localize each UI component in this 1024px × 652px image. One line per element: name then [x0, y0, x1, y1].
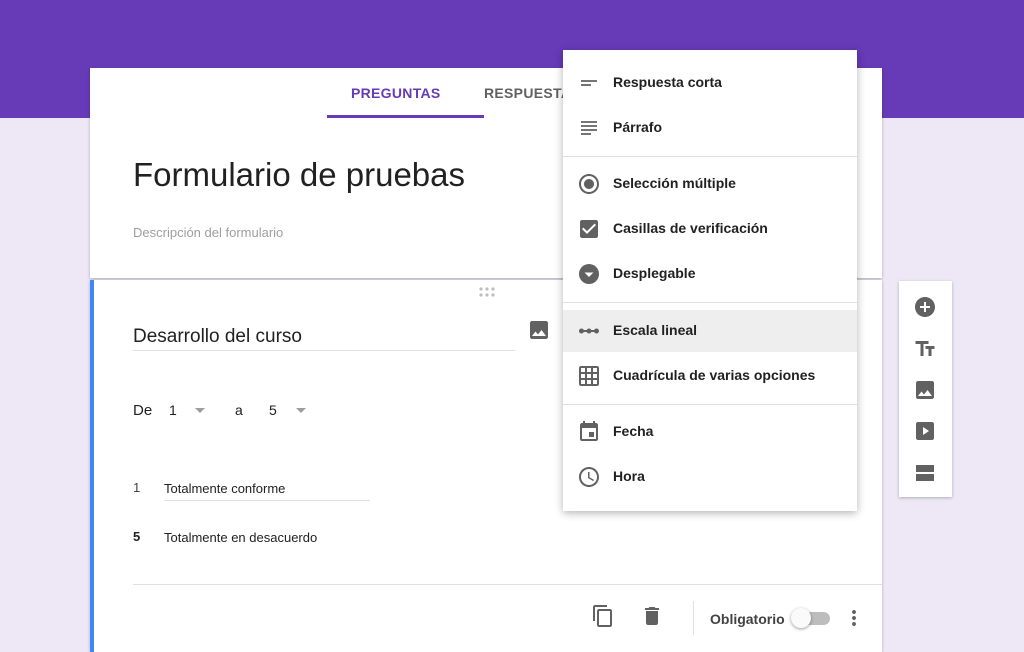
short-answer-icon [581, 80, 597, 86]
menu-item-label: Respuesta corta [613, 74, 722, 90]
title-text-icon[interactable] [913, 337, 937, 361]
menu-item-label: Escala lineal [613, 322, 698, 338]
range-from-select[interactable]: 1 [169, 402, 177, 418]
menu-item-date[interactable]: Fecha [563, 411, 857, 453]
add-question-icon[interactable] [913, 295, 937, 319]
menu-item-label: Desplegable [613, 265, 696, 281]
menu-item-time[interactable]: Hora [563, 456, 857, 498]
required-label: Obligatorio [710, 611, 785, 627]
min-label-input[interactable]: Totalmente conforme [164, 481, 285, 496]
dropdown-icon [579, 264, 599, 284]
menu-item-dropdown[interactable]: Desplegable [563, 253, 857, 295]
grid-icon [579, 366, 599, 386]
linear-scale-icon [579, 328, 599, 334]
side-toolbar [899, 281, 952, 497]
drag-handle-icon[interactable] [478, 286, 496, 298]
tab-active-indicator [327, 115, 484, 118]
checkbox-icon [580, 220, 598, 238]
range-from-label: De [133, 402, 153, 419]
min-label-underline [164, 500, 370, 501]
menu-item-checkboxes[interactable]: Casillas de verificación [563, 208, 857, 250]
max-label-number: 5 [133, 529, 141, 544]
menu-item-short-answer[interactable]: Respuesta corta [563, 62, 857, 104]
question-footer-divider [133, 584, 882, 585]
clock-icon [579, 467, 599, 487]
menu-item-label: Cuadrícula de varias opciones [613, 367, 816, 383]
add-section-icon[interactable] [913, 461, 937, 485]
add-video-icon[interactable] [913, 419, 937, 443]
menu-item-multiple-choice[interactable]: Selección múltiple [563, 163, 857, 205]
menu-separator [563, 404, 857, 405]
form-description-field[interactable]: Descripción del formulario [133, 225, 283, 240]
question-title-input[interactable]: Desarrollo del curso [133, 326, 515, 351]
menu-item-label: Fecha [613, 423, 654, 439]
menu-item-label: Hora [613, 468, 645, 484]
paragraph-icon [581, 121, 597, 135]
tab-responses[interactable]: RESPUESTA [484, 68, 571, 118]
menu-item-grid[interactable]: Cuadrícula de varias opciones [563, 355, 857, 397]
add-image-icon[interactable] [913, 378, 937, 402]
menu-separator [563, 302, 857, 303]
max-label-input[interactable]: Totalmente en desacuerdo [164, 530, 317, 545]
radio-button-icon [579, 174, 599, 194]
menu-separator [563, 156, 857, 157]
menu-item-label: Selección múltiple [613, 175, 736, 191]
range-to-select[interactable]: 5 [269, 402, 277, 418]
form-title[interactable]: Formulario de pruebas [133, 156, 465, 194]
menu-item-paragraph[interactable]: Párrafo [563, 107, 857, 149]
footer-separator [693, 601, 694, 635]
min-label-number: 1 [133, 480, 141, 495]
range-to-label: a [235, 402, 243, 418]
question-type-menu: Respuesta corta Párrafo Selección múltip… [563, 50, 857, 511]
trash-icon[interactable] [640, 604, 664, 628]
required-toggle-thumb[interactable] [791, 608, 811, 628]
more-vert-icon[interactable] [842, 606, 866, 630]
menu-item-label: Casillas de verificación [613, 220, 768, 236]
question-focus-accent [90, 280, 94, 652]
tab-questions[interactable]: PREGUNTAS [351, 68, 441, 118]
chevron-down-icon[interactable] [195, 408, 205, 413]
calendar-icon [580, 421, 598, 441]
menu-item-linear-scale[interactable]: Escala lineal [563, 310, 857, 352]
copy-icon[interactable] [591, 604, 615, 628]
chevron-down-icon[interactable] [296, 408, 306, 413]
image-icon[interactable] [527, 318, 551, 342]
menu-item-label: Párrafo [613, 119, 663, 135]
